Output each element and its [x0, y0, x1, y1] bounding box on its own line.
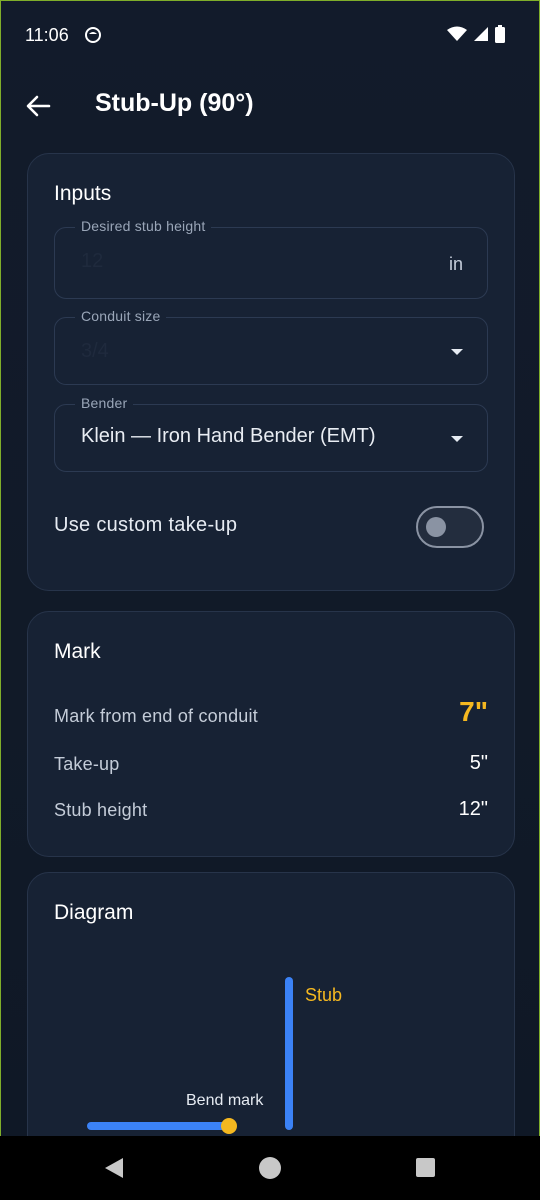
row-label: Take-up — [54, 754, 120, 774]
custom-takeup-label: Use custom take-up — [54, 514, 238, 536]
page-title: Stub-Up (90°) — [95, 89, 254, 117]
row-label: Mark from end of conduit — [54, 706, 258, 726]
diagram-card: Diagram Stub Bend mark — [27, 872, 515, 1136]
notification-app-icon — [85, 27, 101, 43]
stub-height-value: 12 — [81, 250, 104, 272]
mark-row-take-up: Take-up 5" — [54, 750, 488, 780]
bender-dropdown[interactable]: Bender Klein — Iron Hand Bender (EMT) — [54, 395, 488, 472]
switch-knob — [426, 517, 446, 537]
stub-height-label: Desired stub height — [75, 218, 212, 234]
custom-takeup-switch[interactable] — [416, 506, 484, 548]
mark-card: Mark Mark from end of conduit 7" Take-up… — [27, 611, 515, 857]
conduit-size-dropdown[interactable]: Conduit size 3/4 — [54, 308, 488, 385]
inputs-card: Inputs Desired stub height 12 in Conduit… — [27, 153, 515, 591]
battery-icon — [495, 25, 505, 43]
status-indicators — [447, 25, 505, 43]
dropdown-arrow-icon — [451, 349, 463, 355]
stub-up-diagram: Stub Bend mark — [87, 977, 342, 1134]
row-value: 7" — [459, 696, 488, 727]
wifi-icon — [447, 26, 467, 41]
nav-recents-icon[interactable] — [415, 1157, 437, 1179]
bender-value: Klein — Iron Hand Bender (EMT) — [81, 425, 376, 447]
stub-height-field[interactable]: Desired stub height 12 in — [54, 218, 488, 299]
row-value: 5" — [469, 752, 488, 774]
bend-mark-dot — [221, 1118, 237, 1134]
conduit-size-value: 3/4 — [81, 340, 109, 362]
status-bar: 11:06 — [1, 1, 539, 71]
system-navigation-bar — [0, 1136, 540, 1200]
row-value: 12" — [458, 798, 488, 820]
nav-back-icon[interactable] — [103, 1157, 125, 1179]
top-app-bar: Stub-Up (90°) — [1, 71, 539, 141]
conduit-size-label: Conduit size — [75, 308, 167, 324]
mark-row-mark-from-end: Mark from end of conduit 7" — [54, 696, 488, 732]
app-screen: 11:06 Stub-Up (90°) Inputs Desired stub … — [0, 0, 540, 1136]
signal-icon — [474, 27, 488, 41]
back-arrow-icon[interactable] — [23, 91, 53, 121]
nav-home-icon[interactable] — [258, 1157, 282, 1181]
inputs-card-title: Inputs — [54, 182, 112, 205]
status-time: 11:06 — [25, 25, 69, 45]
mark-row-stub-height: Stub height 12" — [54, 796, 488, 826]
row-label: Stub height — [54, 800, 148, 820]
bender-label: Bender — [75, 395, 134, 411]
dropdown-arrow-icon — [451, 436, 463, 442]
mark-card-title: Mark — [54, 640, 101, 663]
stub-label: Stub — [305, 985, 342, 1005]
stub-height-unit: in — [448, 254, 463, 274]
bend-mark-label: Bend mark — [186, 1092, 264, 1109]
